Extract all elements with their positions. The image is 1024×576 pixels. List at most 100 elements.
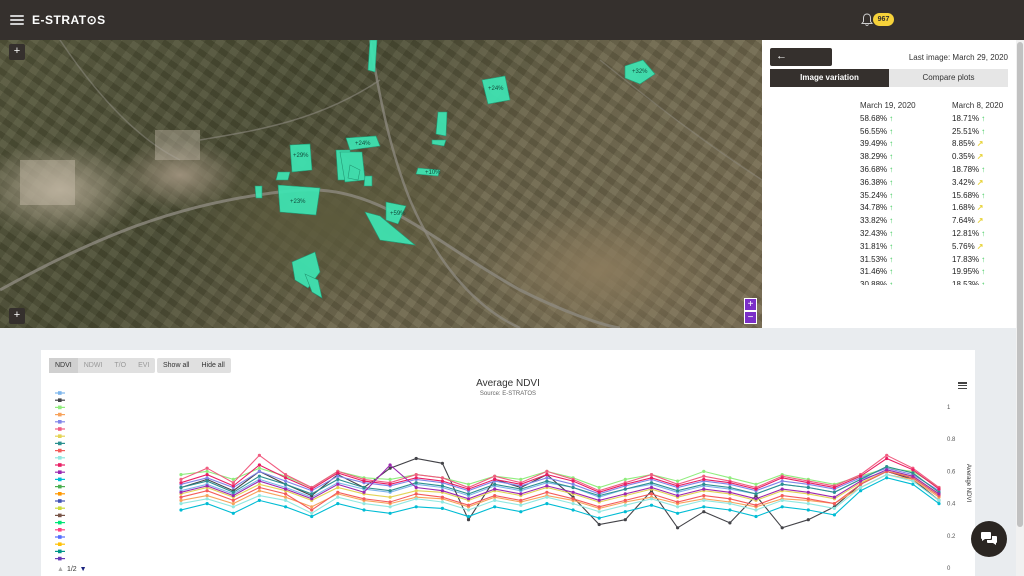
series-point[interactable]: [911, 474, 915, 478]
series-point[interactable]: [597, 490, 601, 494]
legend-marker[interactable]: [58, 549, 62, 554]
series-point[interactable]: [649, 497, 654, 501]
series-point[interactable]: [702, 477, 706, 481]
series-point[interactable]: [310, 511, 314, 515]
legend-marker[interactable]: [58, 535, 62, 539]
series-point[interactable]: [284, 473, 288, 477]
series-point[interactable]: [440, 500, 444, 504]
series-point[interactable]: [284, 492, 288, 496]
series-point[interactable]: [780, 487, 784, 491]
tab-image-variation[interactable]: Image variation: [770, 69, 889, 87]
series-point[interactable]: [702, 494, 706, 498]
series-point[interactable]: [336, 482, 340, 486]
legend-marker[interactable]: [58, 420, 62, 424]
series-point[interactable]: [519, 492, 523, 496]
legend-prev-icon[interactable]: ▲: [57, 566, 64, 573]
series-point[interactable]: [284, 505, 288, 509]
series-point[interactable]: [205, 494, 209, 498]
series-point[interactable]: [702, 498, 706, 502]
series-point[interactable]: [257, 463, 261, 467]
page-scrollbar[interactable]: [1016, 40, 1024, 576]
series-point[interactable]: [493, 498, 497, 502]
series-point[interactable]: [754, 503, 758, 507]
series-point[interactable]: [257, 494, 261, 498]
series-point[interactable]: [231, 477, 235, 481]
series-point[interactable]: [205, 502, 209, 506]
series-point[interactable]: [937, 492, 941, 496]
series-point[interactable]: [336, 485, 340, 490]
legend-marker[interactable]: [58, 391, 62, 395]
legend-marker[interactable]: [58, 427, 62, 431]
legend-marker[interactable]: [58, 556, 62, 561]
series-point[interactable]: [676, 511, 680, 515]
series-point[interactable]: [623, 477, 627, 481]
series-point[interactable]: [702, 487, 706, 491]
series-point[interactable]: [414, 492, 418, 496]
series-point[interactable]: [205, 479, 209, 483]
series-point[interactable]: [388, 466, 392, 470]
series-point[interactable]: [257, 469, 261, 473]
series-point[interactable]: [806, 502, 810, 506]
series-point[interactable]: [388, 500, 392, 504]
series-point[interactable]: [728, 476, 732, 480]
series-point[interactable]: [754, 492, 758, 496]
series-point[interactable]: [859, 474, 863, 478]
series-point[interactable]: [937, 502, 941, 506]
series-point[interactable]: [179, 498, 183, 502]
series-point[interactable]: [414, 497, 418, 501]
map-expand-top-button[interactable]: +: [9, 44, 25, 60]
zoom-in-button[interactable]: +: [744, 298, 757, 311]
menu-icon[interactable]: [10, 15, 24, 25]
series-point[interactable]: [859, 489, 863, 493]
series-point[interactable]: [623, 518, 627, 522]
series-point[interactable]: [519, 510, 523, 514]
series-point[interactable]: [728, 508, 732, 512]
series-point[interactable]: [885, 468, 889, 472]
series-point[interactable]: [493, 505, 497, 509]
series-point[interactable]: [205, 489, 209, 493]
series-point[interactable]: [284, 498, 288, 502]
series-point[interactable]: [832, 495, 837, 499]
series-point[interactable]: [388, 477, 392, 481]
series-point[interactable]: [780, 479, 784, 483]
series-point[interactable]: [205, 466, 209, 470]
series-point[interactable]: [806, 518, 810, 522]
series-point[interactable]: [545, 484, 549, 488]
series-point[interactable]: [597, 522, 601, 527]
series-point[interactable]: [362, 490, 366, 494]
brand-logo[interactable]: E-STRAT⊙S: [32, 13, 106, 27]
tab-compare-plots[interactable]: Compare plots: [889, 69, 1008, 87]
series-point[interactable]: [205, 484, 209, 488]
series-point[interactable]: [336, 495, 340, 499]
series-point[interactable]: [310, 505, 314, 509]
series-point[interactable]: [702, 505, 706, 509]
series-point[interactable]: [832, 485, 837, 490]
series-point[interactable]: [466, 514, 471, 519]
series-point[interactable]: [728, 490, 732, 494]
legend-marker[interactable]: [58, 398, 62, 402]
series-point[interactable]: [205, 497, 209, 501]
series-point[interactable]: [440, 489, 444, 493]
series-point[interactable]: [257, 485, 261, 490]
series-point[interactable]: [519, 477, 523, 481]
series-point[interactable]: [780, 494, 784, 498]
legend-marker[interactable]: [58, 492, 62, 496]
series-point[interactable]: [728, 521, 732, 525]
series-point[interactable]: [414, 505, 418, 509]
series-point[interactable]: [806, 508, 810, 512]
series-point[interactable]: [440, 461, 444, 465]
series-point[interactable]: [440, 495, 444, 499]
series-point[interactable]: [885, 456, 889, 461]
satellite-map[interactable]: +32% +24% +10% +29% +23% +59% +24% + + +…: [0, 40, 762, 328]
series-point[interactable]: [806, 497, 810, 501]
series-point[interactable]: [702, 510, 706, 514]
series-point[interactable]: [676, 505, 680, 509]
series-point[interactable]: [911, 468, 915, 472]
series-point[interactable]: [832, 513, 837, 517]
series-point[interactable]: [362, 479, 366, 483]
series-point[interactable]: [832, 506, 837, 510]
series-point[interactable]: [597, 516, 601, 520]
series-point[interactable]: [859, 479, 863, 483]
series-point[interactable]: [571, 482, 575, 486]
series-point[interactable]: [519, 498, 523, 502]
